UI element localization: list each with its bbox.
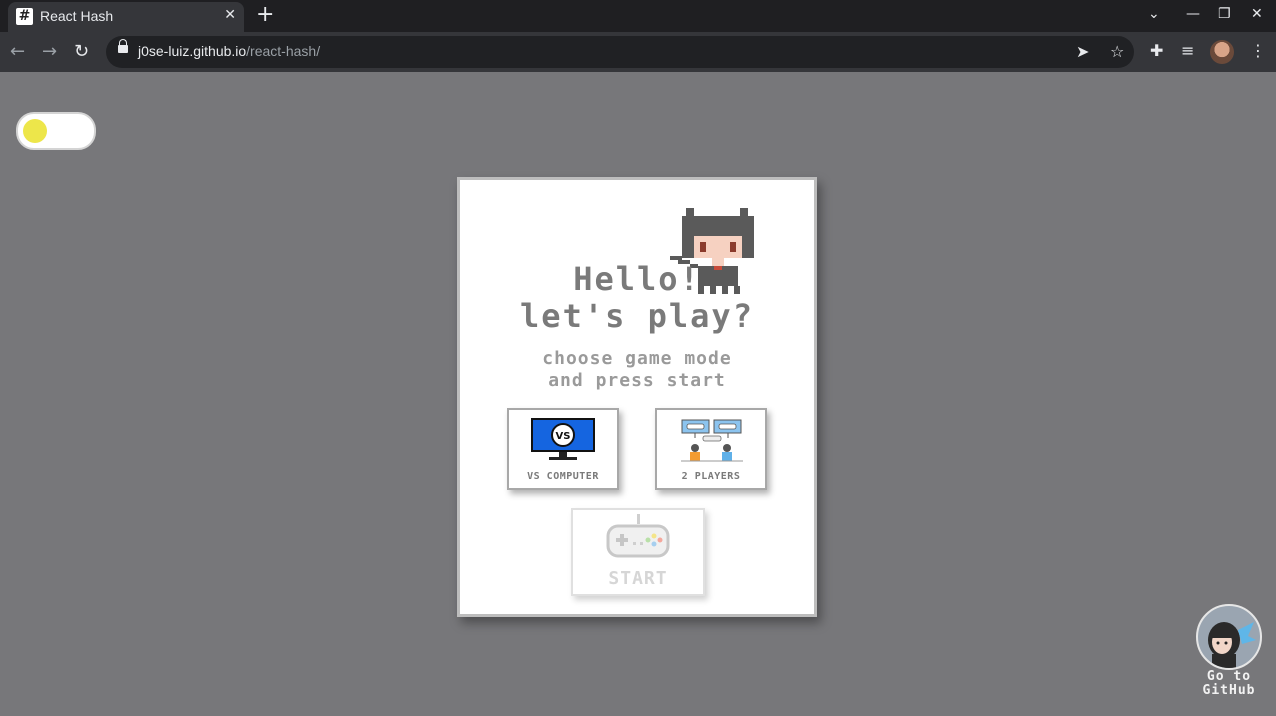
vs-computer-button[interactable]: VS VS COMPUTER [507,408,619,490]
avatar-character-icon [1208,622,1256,668]
restore-icon[interactable]: ❐ [1218,6,1231,22]
go-to-github-link[interactable]: Go to GitHub [1194,602,1264,702]
instructions-line2: and press start [548,370,726,391]
go-to-github-label: Go to GitHub [1194,670,1264,698]
hash-favicon-icon: # [16,8,33,25]
gamepad-icon [606,514,670,558]
lock-icon[interactable] [118,39,128,53]
address-bar[interactable]: j0se-luiz.github.io/react-hash/ ➤ ☆ [106,36,1134,68]
svg-text:VS: VS [556,431,571,442]
start-label: START [608,568,668,589]
kebab-menu-icon[interactable]: ⋮ [1250,41,1266,60]
vs-computer-label: VS COMPUTER [527,471,599,482]
start-button[interactable]: START [571,508,705,596]
close-icon[interactable]: ✕ [224,7,236,23]
url-path: /react-hash/ [246,43,321,59]
github-label-line2: GitHub [1202,683,1256,698]
github-label-line1: Go to [1206,669,1252,684]
github-avatar [1196,604,1262,670]
theme-toggle[interactable] [16,112,96,150]
star-icon[interactable]: ☆ [1110,42,1124,61]
back-button[interactable]: ← [10,41,25,62]
url-text[interactable]: j0se-luiz.github.io/react-hash/ [138,43,320,59]
title-lets-play: let's play? [520,297,754,335]
two-players-label: 2 PLAYERS [681,471,741,482]
toggle-knob [23,119,47,143]
title-hello: Hello! [573,260,701,298]
tab-title: React Hash [40,8,114,24]
browser-tab[interactable]: # React Hash ✕ [8,2,244,32]
forward-button[interactable]: → [42,41,57,62]
tab-search-icon[interactable]: ⌄ [1148,6,1160,22]
two-players-button[interactable]: 2 PLAYERS [655,408,767,490]
two-players-icon [681,419,743,462]
profile-avatar[interactable] [1210,40,1234,64]
game-menu-card: Hello! let's play? choose game mode and … [457,177,817,617]
browser-toolbar: ← → ↻ j0se-luiz.github.io/react-hash/ ➤ … [0,32,1276,72]
new-tab-icon[interactable]: + [256,3,274,27]
playlist-icon[interactable]: ≡ [1181,41,1194,60]
browser-tab-bar: # React Hash ✕ + ⌄ — ❐ ✕ [0,0,1276,32]
instructions-line1: choose game mode [542,348,732,369]
send-icon[interactable]: ➤ [1076,42,1089,61]
puzzle-icon[interactable]: ✚ [1150,41,1163,60]
window-close-icon[interactable]: ✕ [1251,6,1263,22]
reload-button[interactable]: ↻ [74,41,89,62]
url-host: j0se-luiz.github.io [138,43,247,59]
minimize-icon[interactable]: — [1186,6,1200,22]
vs-computer-icon: VS [531,418,595,460]
